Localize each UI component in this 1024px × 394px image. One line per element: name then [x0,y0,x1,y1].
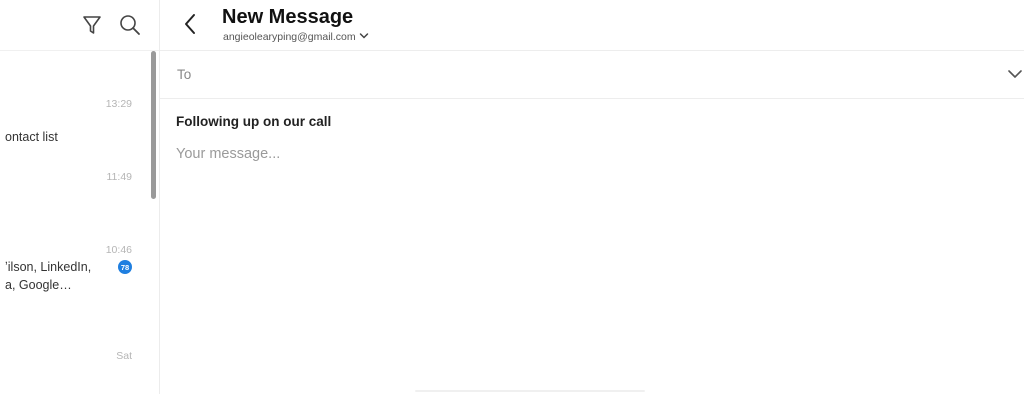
chevron-left-icon [182,12,198,41]
to-label: To [177,67,192,82]
compose-header: New Message angieolearyping@gmail.com [160,0,1024,51]
filter-icon[interactable] [79,12,105,38]
item-time: Sat [116,350,132,362]
compose-pane: New Message angieolearyping@gmail.com To… [160,0,1024,394]
unread-count-badge: 78 [118,260,132,274]
chevron-down-icon[interactable] [1006,65,1024,83]
item-snippet: ʼilson, LinkedIn, [5,260,92,274]
list-item[interactable]: Sat [0,345,150,385]
search-icon[interactable] [117,12,143,38]
item-time: 13:29 [105,98,132,110]
divider [415,390,645,392]
item-snippet: a, Google… [5,278,72,292]
subject-field[interactable]: Following up on our call [176,114,331,129]
message-body-input[interactable] [176,143,996,165]
list-scrollbar[interactable] [151,51,156,199]
list-item[interactable]: 10:46 ʼilson, LinkedIn, a, Google… 78 [0,240,150,310]
mail-list-pane: 13:29 ontact list 11:49 10:46 ʼilson, Li… [0,0,160,394]
to-field[interactable]: To [160,51,1024,99]
account-selector[interactable]: angieolearyping@gmail.com [223,31,369,43]
chevron-down-icon [359,31,369,43]
account-email: angieolearyping@gmail.com [223,31,356,43]
page-title: New Message [222,6,354,28]
list-item[interactable]: 11:49 [0,165,150,225]
item-snippet: ontact list [5,130,58,144]
item-time: 10:46 [105,244,132,256]
item-time: 11:49 [106,171,133,183]
list-toolbar [0,0,159,51]
back-button[interactable] [178,13,202,39]
list-item[interactable]: 13:29 ontact list [0,90,150,160]
